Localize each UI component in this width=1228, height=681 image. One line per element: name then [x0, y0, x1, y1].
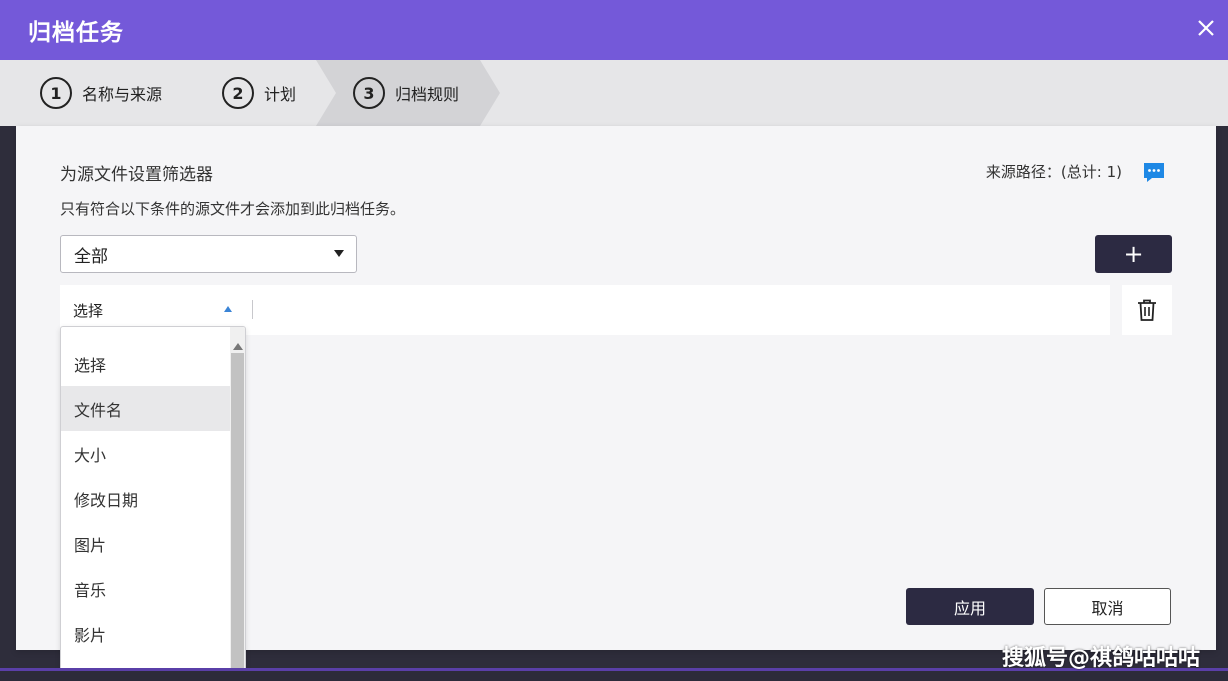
close-icon[interactable]: [1192, 14, 1220, 42]
cancel-button[interactable]: 取消: [1044, 588, 1171, 625]
source-path-label: 来源路径：(总计: 1): [985, 163, 1122, 181]
option-filename[interactable]: 文件名: [61, 386, 231, 431]
apply-button[interactable]: 应用: [906, 588, 1034, 625]
section-description: 只有符合以下条件的源文件才会添加到此归档任务。: [60, 200, 406, 218]
caret-up-icon: [224, 306, 232, 312]
step-archive-rules[interactable]: 3 归档规则: [353, 60, 459, 126]
option-video[interactable]: 影片: [61, 611, 231, 656]
step-label: 名称与来源: [82, 85, 163, 104]
step-number: 1: [40, 77, 72, 109]
caret-down-icon: [334, 250, 344, 257]
section-heading: 为源文件设置筛选器: [60, 165, 213, 185]
title-bar: 归档任务: [0, 0, 1228, 60]
step-schedule[interactable]: 2 计划: [222, 60, 296, 126]
option-select[interactable]: 选择: [61, 341, 231, 386]
plus-icon: +: [1123, 240, 1144, 268]
dropdown-options: 选择 文件名 大小 修改日期 图片 音乐 影片 文档: [61, 341, 231, 680]
filter-field-dropdown: 选择 文件名 大小 修改日期 图片 音乐 影片 文档: [60, 326, 246, 681]
field-divider: [252, 300, 253, 319]
dialog-title: 归档任务: [28, 20, 124, 46]
step-number: 3: [353, 77, 385, 109]
step-name-source[interactable]: 1 名称与来源: [40, 60, 162, 126]
dropdown-scrollbar[interactable]: [230, 327, 245, 680]
scrollbar-thumb[interactable]: [231, 353, 244, 680]
watermark-text: 搜狐号@祺鸽咕咕咕: [1001, 646, 1200, 671]
archive-task-dialog: 归档任务 1 名称与来源 2 计划 3 归档规则 为源文件设置筛选器 只有符合以…: [0, 0, 1228, 681]
scroll-up-icon[interactable]: [233, 343, 243, 350]
delete-filter-button[interactable]: [1122, 285, 1172, 335]
option-size[interactable]: 大小: [61, 431, 231, 476]
option-music[interactable]: 音乐: [61, 566, 231, 611]
add-filter-button[interactable]: +: [1095, 235, 1172, 273]
match-condition-value: 全部: [74, 246, 108, 267]
comment-icon[interactable]: [1142, 160, 1166, 184]
option-image[interactable]: 图片: [61, 521, 231, 566]
step-label: 归档规则: [395, 85, 460, 104]
option-modified-date[interactable]: 修改日期: [61, 476, 231, 521]
wizard-stepper: 1 名称与来源 2 计划 3 归档规则: [0, 60, 1228, 126]
match-condition-select[interactable]: 全部: [60, 235, 357, 273]
step-number: 2: [222, 77, 254, 109]
step-label: 计划: [264, 85, 297, 104]
filter-field-value: 选择: [73, 301, 104, 320]
trash-icon: [1138, 299, 1156, 321]
